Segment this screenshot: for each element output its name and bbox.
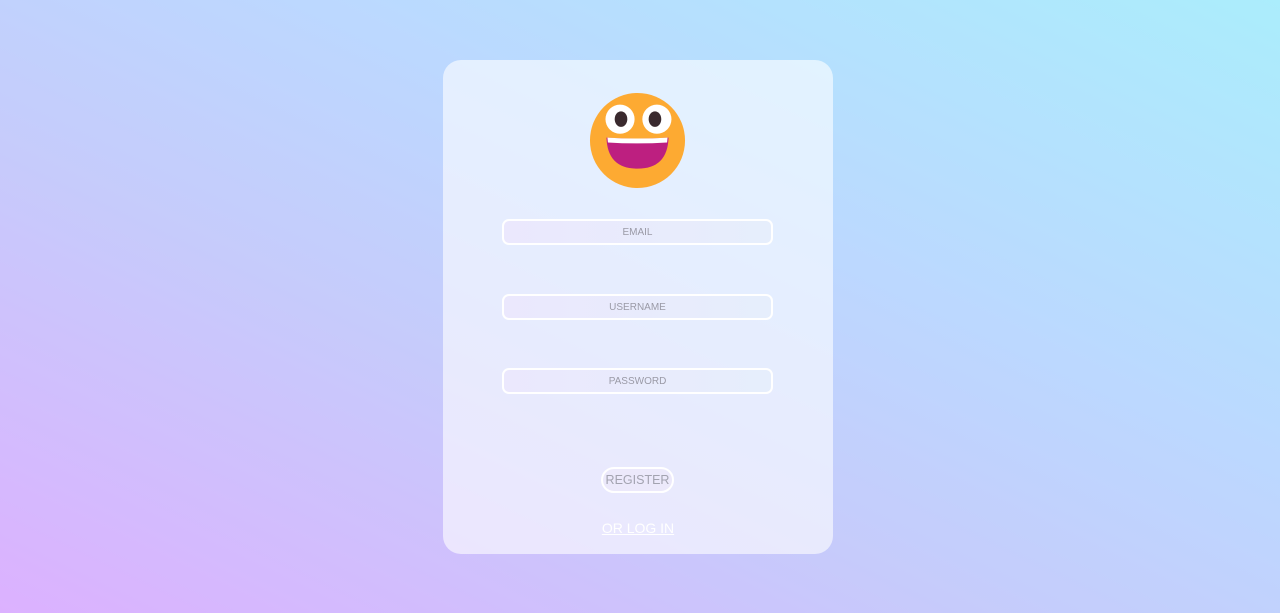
- register-button[interactable]: REGISTER: [601, 467, 674, 493]
- email-field[interactable]: [502, 219, 773, 245]
- register-card: REGISTER OR LOG IN: [443, 60, 833, 554]
- username-field[interactable]: [502, 294, 773, 320]
- password-field[interactable]: [502, 368, 773, 394]
- grinning-face-icon: [589, 92, 686, 189]
- login-link[interactable]: OR LOG IN: [443, 520, 833, 536]
